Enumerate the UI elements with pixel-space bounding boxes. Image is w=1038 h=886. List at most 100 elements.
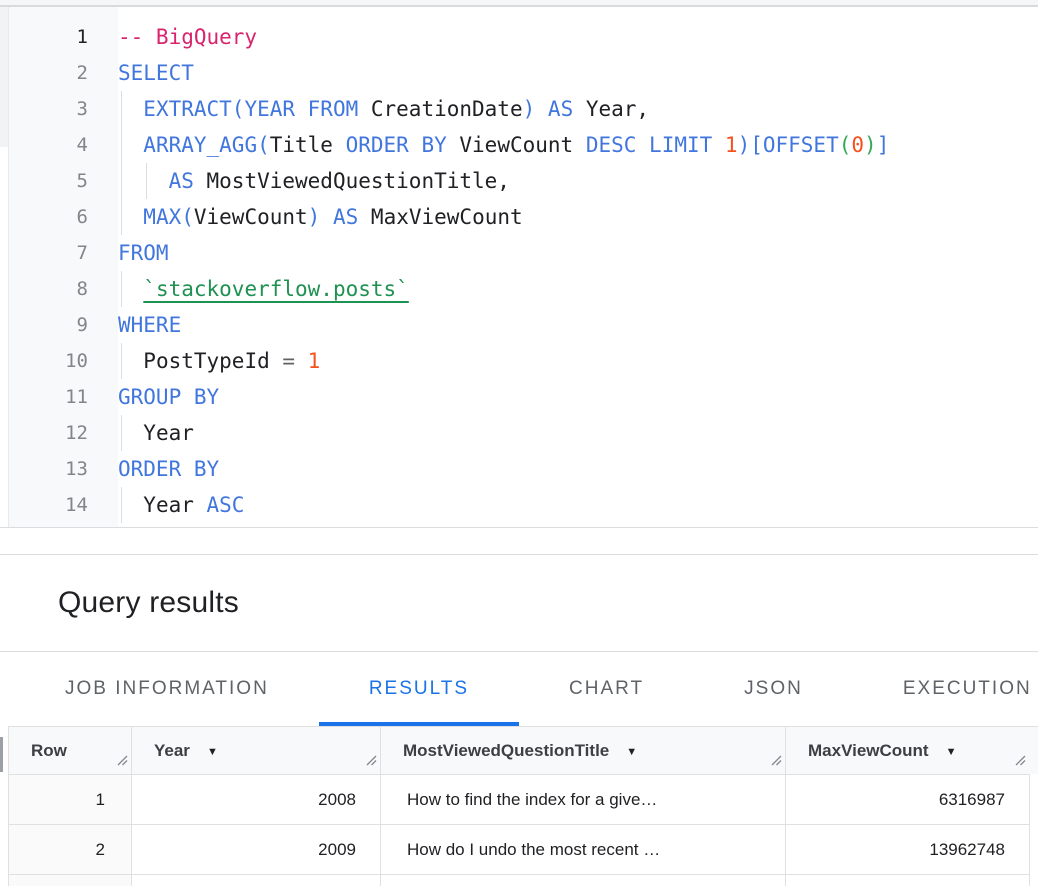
panel-resize-divider[interactable] [0, 528, 1038, 555]
code-line[interactable]: GROUP BY [118, 379, 1038, 415]
code-token: ] [877, 133, 890, 157]
cell[interactable] [381, 875, 786, 886]
cell[interactable]: 6316987 [786, 775, 1030, 825]
code-line[interactable]: MAX(ViewCount) AS MaxViewCount [118, 199, 1038, 235]
tab-label: EXECUTION DETAILS [903, 678, 1038, 700]
query-results-header: Query results [0, 555, 1038, 652]
code-token: EXTRACT(YEAR FROM [143, 97, 358, 121]
code-token [535, 97, 548, 121]
code-token: Title [270, 133, 333, 157]
code-token: PostTypeId [143, 349, 269, 373]
code-token: MaxViewCount [358, 205, 522, 229]
code-line[interactable]: EXTRACT(YEAR FROM CreationDate) AS Year, [118, 91, 1038, 127]
line-number: 7 [9, 235, 118, 271]
tab-execution-details[interactable]: EXECUTION DETAILS [853, 652, 1038, 726]
code-token: Year, [573, 97, 649, 121]
column-resize-handle-icon[interactable] [366, 751, 377, 771]
code-line[interactable]: `stackoverflow.posts` [118, 271, 1038, 307]
code-token: ARRAY_AGG( [143, 133, 269, 157]
code-token: ViewCount [447, 133, 573, 157]
column-header-row[interactable]: Row [9, 727, 132, 775]
indent-guide-line [121, 199, 122, 235]
tab-job-information[interactable]: JOB INFORMATION [15, 652, 319, 726]
code-token: ORDER BY [118, 457, 219, 481]
cell[interactable]: 2008 [132, 775, 381, 825]
bigquery-console: 1234567891011121314 -- BigQuerySELECT EX… [0, 0, 1038, 886]
indent-guide-line [121, 127, 122, 163]
code-line[interactable]: WHERE [118, 307, 1038, 343]
column-resize-handle-icon[interactable] [1015, 751, 1026, 771]
table-row: 12008How to find the index for a give…63… [9, 775, 1030, 825]
line-number: 2 [9, 55, 118, 91]
cell[interactable] [132, 875, 381, 886]
code-token: ) [864, 133, 877, 157]
code-token: AS [169, 169, 194, 193]
line-number: 10 [9, 343, 118, 379]
code-line[interactable]: FROM [118, 235, 1038, 271]
line-number: 11 [9, 379, 118, 415]
line-number: 14 [9, 487, 118, 523]
code-token: AS [548, 97, 573, 121]
code-token: SELECT [118, 61, 194, 85]
line-number: 6 [9, 199, 118, 235]
code-token: Year [143, 493, 194, 517]
code-token: Year [143, 421, 194, 445]
code-token: ORDER BY [333, 133, 447, 157]
code-line[interactable]: -- BigQuery [118, 19, 1038, 55]
column-menu-arrow-icon[interactable]: ▼ [946, 746, 957, 758]
line-number: 3 [9, 91, 118, 127]
cell[interactable]: 2 [9, 825, 132, 875]
code-token: ) [308, 205, 321, 229]
column-label: MostViewedQuestionTitle [403, 741, 609, 760]
column-resize-handle-icon[interactable] [117, 751, 128, 771]
sql-editor[interactable]: 1234567891011121314 -- BigQuerySELECT EX… [0, 7, 1038, 528]
column-header-maxviewcount[interactable]: MaxViewCount ▼ [786, 727, 1030, 775]
tab-json[interactable]: JSON [694, 652, 853, 726]
line-number: 8 [9, 271, 118, 307]
code-line[interactable]: AS MostViewedQuestionTitle, [118, 163, 1038, 199]
tab-results[interactable]: RESULTS [319, 652, 519, 726]
column-label: MaxViewCount [808, 741, 929, 760]
tab-label: JSON [744, 678, 803, 700]
code-line[interactable]: PostTypeId = 1 [118, 343, 1038, 379]
code-line[interactable]: Year [118, 415, 1038, 451]
cell[interactable]: 2009 [132, 825, 381, 875]
column-header-mostviewedquestiontitle[interactable]: MostViewedQuestionTitle ▼ [381, 727, 786, 775]
tab-chart[interactable]: CHART [519, 652, 694, 726]
results-table: RowYear▼MostViewedQuestionTitle▼MaxViewC… [8, 726, 1030, 886]
cell[interactable]: How do I undo the most recent … [381, 825, 786, 875]
code-token: FROM [118, 241, 169, 265]
results-table-container: RowYear▼MostViewedQuestionTitle▼MaxViewC… [8, 726, 1038, 886]
indent-guide-line [121, 163, 122, 199]
line-number: 5 [9, 163, 118, 199]
code-token: WHERE [118, 313, 181, 337]
code-line[interactable]: Year ASC [118, 487, 1038, 523]
column-resize-handle-icon[interactable] [771, 751, 782, 771]
cell[interactable]: How to find the index for a give… [381, 775, 786, 825]
editor-left-rail [0, 7, 9, 527]
column-menu-arrow-icon[interactable]: ▼ [626, 746, 637, 758]
code-token: = [270, 349, 308, 373]
column-header-year[interactable]: Year▼ [132, 727, 381, 775]
cell[interactable] [9, 875, 132, 886]
indent-guide-line [121, 415, 122, 451]
indent-guide-line [121, 271, 122, 307]
code-line[interactable]: SELECT [118, 55, 1038, 91]
code-token: MAX( [143, 205, 194, 229]
code-token: -- BigQuery [118, 25, 257, 49]
code-token: 1 [712, 133, 737, 157]
cell[interactable] [786, 875, 1030, 886]
line-number-gutter: 1234567891011121314 [9, 7, 118, 527]
code-area[interactable]: -- BigQuery SELECT EXTRACT(YEAR FROM Crea… [118, 7, 1038, 527]
code-token: )[ [738, 133, 763, 157]
cell[interactable]: 1 [9, 775, 132, 825]
column-menu-arrow-icon[interactable]: ▼ [207, 746, 218, 758]
left-scrollbar-thumb[interactable] [0, 737, 3, 772]
table-row-partial [9, 875, 1030, 886]
code-line[interactable]: ARRAY_AGG(Title ORDER BY ViewCount DESC … [118, 127, 1038, 163]
code-line[interactable]: ORDER BY [118, 451, 1038, 487]
query-results-title: Query results [58, 586, 239, 620]
cell[interactable]: 13962748 [786, 825, 1030, 875]
line-number: 1 [9, 19, 118, 55]
editor-scrollbar-thumb[interactable] [0, 7, 8, 147]
